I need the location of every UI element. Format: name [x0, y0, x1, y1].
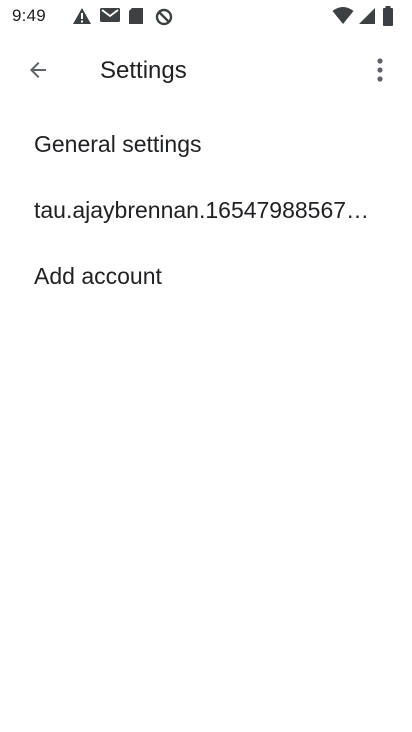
- add-account-item[interactable]: Add account: [0, 243, 412, 309]
- cell-signal-icon: [358, 6, 376, 31]
- battery-icon: [382, 6, 394, 31]
- status-bar: 9:49: [0, 0, 412, 32]
- sd-card-icon: [128, 7, 144, 30]
- list-item-label: Add account: [34, 263, 162, 289]
- account-settings-item[interactable]: tau.ajaybrennan.16547988567…: [0, 177, 412, 243]
- more-vert-icon: [376, 57, 384, 88]
- back-button[interactable]: [16, 50, 60, 94]
- gmail-icon: [100, 7, 120, 28]
- wifi-icon: [332, 6, 354, 31]
- arrow-back-icon: [26, 58, 50, 87]
- warning-icon: [72, 7, 92, 30]
- list-item-label: tau.ajaybrennan.16547988567…: [34, 197, 370, 223]
- app-bar: Settings: [0, 36, 412, 106]
- settings-list: General settings tau.ajaybrennan.1654798…: [0, 111, 412, 309]
- status-time: 9:49: [12, 6, 46, 25]
- more-options-button[interactable]: [362, 50, 398, 94]
- list-item-label: General settings: [34, 131, 202, 157]
- data-saver-icon: [154, 7, 174, 32]
- page-title: Settings: [100, 57, 187, 84]
- system-icons: [332, 6, 400, 26]
- settings-screen: 9:49 Settings General settings tau.ajayb…: [0, 0, 412, 732]
- general-settings-item[interactable]: General settings: [0, 111, 412, 177]
